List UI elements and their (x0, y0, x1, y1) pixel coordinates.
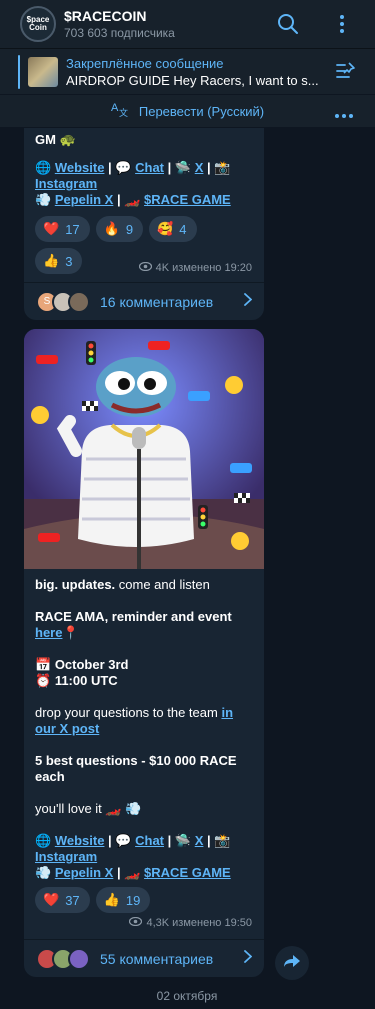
pinned-list-icon[interactable] (335, 61, 357, 86)
svg-text:A: A (111, 102, 119, 114)
comments-label: 55 комментариев (100, 950, 214, 967)
pinned-thumbnail (28, 57, 58, 87)
links-block: 🌐 Website | 💬 Chat | 🛸 X | 📸 Instagram 💨… (35, 160, 231, 207)
view-count: 4K (155, 262, 170, 274)
comments-button[interactable]: S 16 комментариев (24, 282, 264, 320)
message-meta: 4K изменено 19:20 (138, 261, 252, 274)
pinned-title: Закреплённое сообщение (66, 56, 224, 71)
message-meta: 4,3K изменено 19:50 (129, 916, 252, 929)
here-line: here📍 (35, 625, 79, 640)
search-icon[interactable] (274, 10, 302, 38)
reaction-thumbs-up[interactable]: 👍 19 (95, 887, 151, 913)
instagram-link[interactable]: Instagram (35, 849, 97, 864)
more-menu-icon[interactable] (328, 10, 356, 38)
x-post-link[interactable]: our X post (35, 721, 99, 736)
race-game-link[interactable]: $RACE GAME (144, 865, 231, 880)
pepelin-link[interactable]: Pepelin X (55, 865, 114, 880)
chevron-right-icon (244, 292, 253, 311)
svg-text:文: 文 (119, 107, 128, 117)
ama-heading: RACE AMA, reminder and event (35, 609, 232, 624)
views-icon (138, 261, 152, 274)
best-questions-text: 5 best questions - $10 000 RACE each (35, 753, 237, 784)
instagram-link[interactable]: Instagram (35, 176, 97, 191)
translate-bar[interactable]: A文 Перевести (Русский) (0, 95, 375, 127)
reaction-heart[interactable]: ❤️ 37 (35, 887, 90, 913)
website-link[interactable]: Website (55, 160, 105, 175)
view-count: 4,3K (146, 917, 170, 929)
share-button[interactable] (275, 946, 309, 980)
reaction-thumbs-up[interactable]: 👍 3 (35, 248, 83, 274)
love-text: you'll love it 🏎️ 💨 (35, 801, 142, 816)
share-arrow-icon (283, 954, 301, 973)
links-block: 🌐 Website | 💬 Chat | 🛸 X | 📸 Instagram 💨… (35, 833, 231, 880)
date-separator: 02 октября (156, 989, 218, 1003)
translate-more-icon[interactable] (335, 105, 353, 123)
commenter-avatar (68, 947, 90, 970)
pin-indicator (18, 55, 20, 89)
comments-label: 16 комментариев (100, 293, 214, 310)
reaction-love[interactable]: 🥰 4 (149, 216, 197, 242)
channel-info[interactable]: $RACECOIN 703 603 подписчика (64, 8, 175, 40)
reactions: ❤️ 37 👍 19 (24, 887, 167, 919)
channel-name: $RACECOIN (64, 8, 147, 24)
channel-header: $pace Coin $RACECOIN 703 603 подписчика (0, 0, 375, 48)
channel-avatar[interactable]: $pace Coin (20, 6, 56, 42)
comments-button[interactable]: 55 комментариев (24, 939, 264, 977)
x-post-link[interactable]: in (221, 705, 233, 720)
views-icon (129, 916, 143, 929)
message-bubble[interactable]: GM 🐢 🌐 Website | 💬 Chat | 🛸 X | 📸 Instag… (24, 128, 264, 320)
race-pepe-illustration (24, 329, 264, 569)
message-text: GM 🐢 (35, 132, 76, 147)
chevron-right-icon (244, 949, 253, 968)
event-time: ⏰ 11:00 UTC (35, 673, 118, 688)
pinned-message[interactable]: Закреплённое сообщение AIRDROP GUIDE Hey… (0, 48, 375, 94)
commenter-avatar (68, 290, 90, 313)
avatar-logo: $pace Coin (26, 15, 50, 32)
message-bubble[interactable]: big. updates. come and listen RACE AMA, … (24, 329, 264, 977)
x-link[interactable]: X (195, 160, 204, 175)
x-link[interactable]: X (195, 833, 204, 848)
post-image[interactable] (24, 329, 264, 569)
chat-link[interactable]: Chat (135, 160, 164, 175)
race-game-link[interactable]: $RACE GAME (144, 192, 231, 207)
reaction-heart[interactable]: ❤️ 17 (35, 216, 90, 242)
drop-questions-text: drop your questions to the team in our X… (35, 705, 234, 736)
translate-icon: A文 (111, 101, 129, 122)
subscriber-count: 703 603 подписчика (64, 26, 175, 40)
chat-link[interactable]: Chat (135, 833, 164, 848)
website-link[interactable]: Website (55, 833, 105, 848)
edited-time: изменено 19:50 (172, 917, 252, 929)
translate-label: Перевести (Русский) (138, 103, 265, 119)
message-text: big. updates. come and listen (35, 577, 210, 592)
here-link[interactable]: here (35, 625, 62, 640)
pepelin-link[interactable]: Pepelin X (55, 192, 114, 207)
edited-time: изменено 19:20 (172, 262, 252, 274)
reaction-fire[interactable]: 🔥 9 (95, 216, 144, 242)
pinned-text: AIRDROP GUIDE Hey Racers, I want to s... (66, 73, 319, 88)
event-date: 📅 October 3rd (35, 657, 129, 672)
